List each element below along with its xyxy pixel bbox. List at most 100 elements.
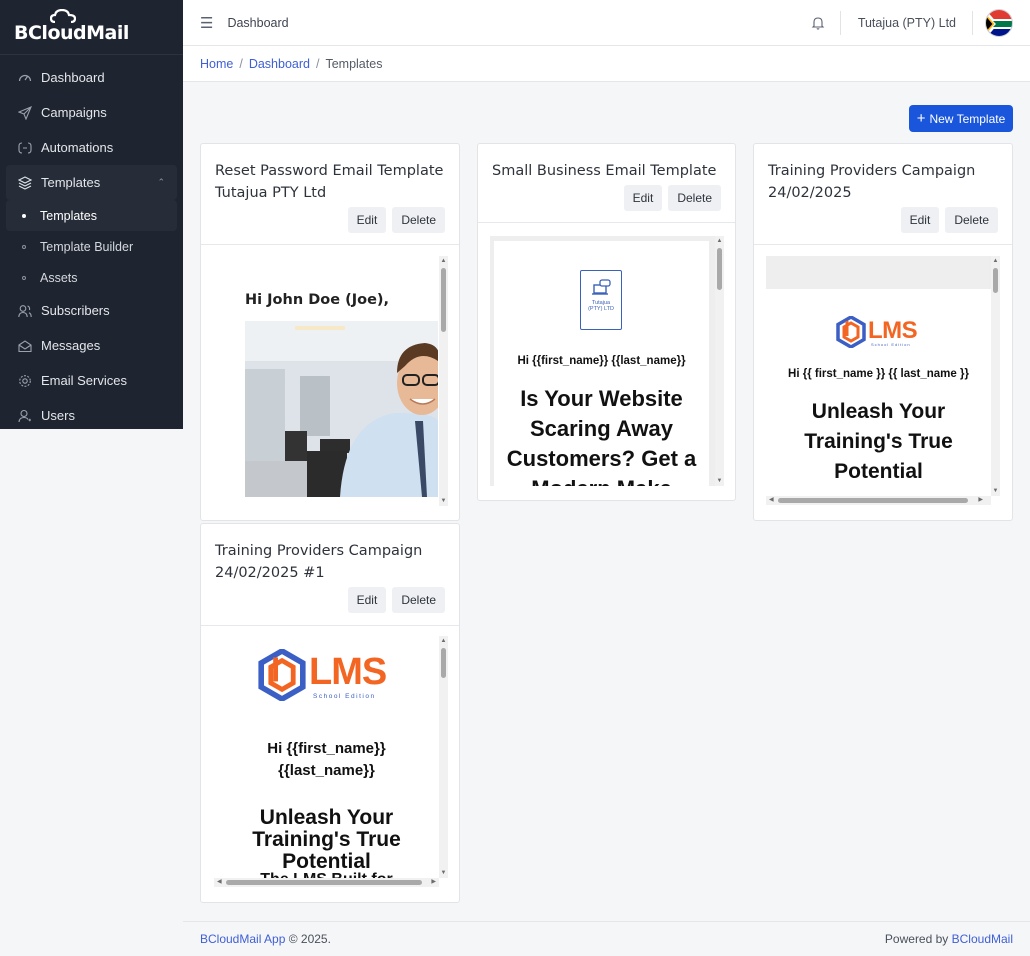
user-icon xyxy=(18,409,32,423)
sidebar-subitem-label: Assets xyxy=(40,270,78,285)
lms-hexagon-logo-icon xyxy=(836,316,866,348)
lms-hexagon-logo-icon xyxy=(258,649,306,701)
preview-greeting: Hi John Doe (Joe), xyxy=(245,292,390,308)
sidebar-item-subscribers[interactable]: Subscribers xyxy=(0,293,183,328)
breadcrumb-current: Templates xyxy=(325,56,383,71)
footer-copyright: © 2025. xyxy=(288,932,331,946)
footer-left: BCloudMail App © 2025. xyxy=(200,932,331,946)
brand-logo[interactable]: BCloudMail xyxy=(14,9,129,44)
chevron-up-icon: ⌃ xyxy=(157,177,165,187)
card-title: Training Providers Campaign 24/02/2025 xyxy=(768,163,976,201)
sidebar-nav: Dashboard Campaigns Automations Template… xyxy=(0,55,183,433)
sidebar: BCloudMail Dashboard Campaigns Automatio… xyxy=(0,0,183,429)
sidebar-item-users[interactable]: Users xyxy=(0,398,183,433)
template-preview[interactable]: LMS School Edition Hi {{ first_name }} {… xyxy=(766,256,1000,506)
sidebar-subitem-label: Template Builder xyxy=(40,239,134,254)
sidebar-item-dashboard[interactable]: Dashboard xyxy=(0,60,183,95)
delete-button[interactable]: Delete xyxy=(668,185,721,211)
automation-icon xyxy=(18,141,32,155)
sidebar-item-label: Subscribers xyxy=(41,303,110,318)
card-header: Training Providers Campaign 24/02/2025 #1… xyxy=(201,524,459,626)
new-template-button[interactable]: + New Template xyxy=(909,105,1013,132)
template-preview[interactable]: LMS School Edition Hi {{first_name}} {{l… xyxy=(214,636,448,887)
preview-headline: Unleash Your Training's True Potential xyxy=(804,400,953,483)
template-card: Reset Password Email Template Tutajua PTY… xyxy=(200,143,460,521)
horizontal-scrollbar[interactable]: ◀ ▶ xyxy=(214,878,439,887)
edit-button[interactable]: Edit xyxy=(900,207,940,233)
brand: BCloudMail xyxy=(0,0,183,55)
topbar-right: Tutajua (PTY) Ltd xyxy=(811,0,1013,46)
preview-headline: Unleash Your Training's True Potential xyxy=(252,806,401,873)
footer-powered-link[interactable]: BCloudMail xyxy=(952,932,1013,946)
breadcrumb-separator: / xyxy=(239,56,243,71)
sidebar-item-label: Dashboard xyxy=(41,70,105,85)
breadcrumb: Home / Dashboard / Templates xyxy=(183,46,1030,82)
preview-hero-photo xyxy=(245,321,438,497)
breadcrumb-home-link[interactable]: Home xyxy=(200,57,233,71)
sidebar-item-label: Campaigns xyxy=(41,105,107,120)
company-name[interactable]: Tutajua (PTY) Ltd xyxy=(858,16,956,30)
preview-headline: Is Your Website Scaring Away Customers? … xyxy=(506,386,697,486)
footer-app-link[interactable]: BCloudMail App xyxy=(200,932,285,946)
sidebar-item-label: Messages xyxy=(41,338,101,353)
sidebar-subitem-label: Templates xyxy=(40,208,97,223)
gear-icon xyxy=(18,374,32,388)
preview-logo: Tutajua (PTY) LTD xyxy=(580,270,622,330)
template-preview[interactable]: Hi John Doe (Joe), ▲ ▼ xyxy=(214,256,448,506)
topbar: ☰ Dashboard Tutajua (PTY) Ltd xyxy=(183,0,1030,46)
preview-greeting: Hi {{first_name}} {{last_name}} xyxy=(267,740,386,779)
sidebar-item-campaigns[interactable]: Campaigns xyxy=(0,95,183,130)
card-actions: Edit Delete xyxy=(215,207,445,233)
divider xyxy=(839,11,841,35)
sidebar-item-label: Templates xyxy=(41,175,101,190)
south-africa-flag-avatar[interactable] xyxy=(985,9,1013,37)
card-actions: Edit Delete xyxy=(768,207,998,233)
sidebar-item-label: Automations xyxy=(41,140,114,155)
preview-greeting: Hi {{first_name}} {{last_name}} xyxy=(517,355,686,367)
sidebar-item-email-services[interactable]: Email Services xyxy=(0,363,183,398)
card-title: Reset Password Email Template Tutajua PTY… xyxy=(215,163,444,201)
sidebar-item-messages[interactable]: Messages xyxy=(0,328,183,363)
bell-icon[interactable] xyxy=(811,16,825,30)
vertical-scrollbar[interactable]: ▲ ▼ xyxy=(715,236,724,486)
card-header: Reset Password Email Template Tutajua PTY… xyxy=(201,144,459,245)
template-card: Small Business Email Template Edit Delet… xyxy=(477,143,736,501)
delete-button[interactable]: Delete xyxy=(392,587,445,613)
edit-button[interactable]: Edit xyxy=(623,185,663,211)
bullet-icon xyxy=(22,275,26,280)
users-icon xyxy=(18,304,32,318)
template-preview[interactable]: Tutajua (PTY) LTD Hi {{first_name}} {{la… xyxy=(490,236,724,486)
lms-logo: LMS School Edition xyxy=(836,316,926,352)
edit-button[interactable]: Edit xyxy=(347,207,387,233)
preview-header-band xyxy=(766,256,991,289)
cloud-logo-icon xyxy=(50,9,76,23)
breadcrumb-dashboard-link[interactable]: Dashboard xyxy=(249,57,310,71)
vertical-scrollbar[interactable]: ▲ ▼ xyxy=(991,256,1000,496)
breadcrumb-separator: / xyxy=(315,56,320,71)
card-header: Training Providers Campaign 24/02/2025 Ed… xyxy=(754,144,1012,245)
edit-button[interactable]: Edit xyxy=(347,587,387,613)
plus-icon: + xyxy=(916,109,926,127)
footer: BCloudMail App © 2025. Powered by BCloud… xyxy=(183,921,1030,956)
card-title: Small Business Email Template xyxy=(492,163,717,179)
sidebar-item-automations[interactable]: Automations xyxy=(0,130,183,165)
delete-button[interactable]: Delete xyxy=(945,207,998,233)
dashboard-gauge-icon xyxy=(18,71,32,85)
preview-greeting: Hi {{ first_name }} {{ last_name }} xyxy=(788,368,969,380)
preview-email-body: Tutajua (PTY) LTD Hi {{first_name}} {{la… xyxy=(494,241,709,486)
divider xyxy=(972,11,973,35)
envelope-icon xyxy=(18,339,32,353)
sidebar-subitem-assets[interactable]: Assets xyxy=(0,262,183,293)
horizontal-scrollbar[interactable]: ◀ ▶ xyxy=(766,496,991,505)
sidebar-subitem-template-builder[interactable]: Template Builder xyxy=(0,231,183,262)
hamburger-menu-icon[interactable]: ☰ xyxy=(200,14,213,32)
template-card: Training Providers Campaign 24/02/2025 Ed… xyxy=(753,143,1013,521)
topbar-title: Dashboard xyxy=(227,15,289,30)
sidebar-subitem-templates[interactable]: Templates xyxy=(6,200,177,231)
lms-logo: LMS School Edition xyxy=(258,649,398,705)
vertical-scrollbar[interactable]: ▲ ▼ xyxy=(439,256,448,506)
sidebar-item-label: Email Services xyxy=(41,373,127,388)
sidebar-item-templates[interactable]: Templates ⌃ xyxy=(6,165,177,200)
delete-button[interactable]: Delete xyxy=(392,207,445,233)
vertical-scrollbar[interactable]: ▲ ▼ xyxy=(439,636,448,878)
